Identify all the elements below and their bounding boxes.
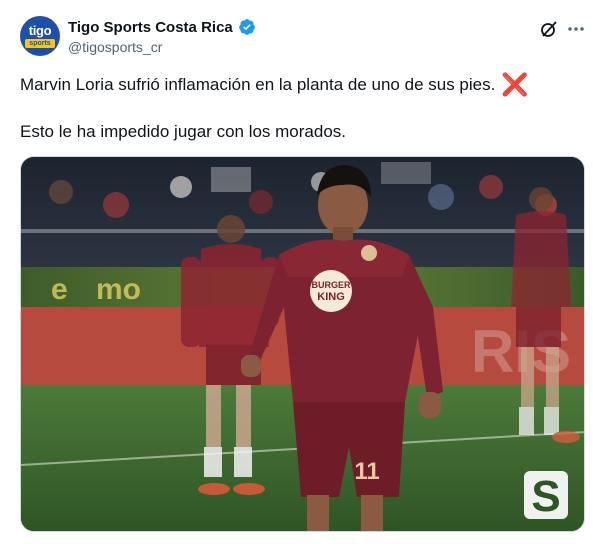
post-text-line1: Marvin Loria sufrió inflamación en la pl… [20,74,580,96]
post-text-line1-body: Marvin Loria sufrió inflamación en la pl… [20,75,496,94]
sponsor-text-line1: BURGER [311,280,351,290]
post-text-line2: Esto le ha impedido jugar con los morado… [20,122,347,141]
shirt-number: 11 [354,458,379,485]
soccer-player-photo: e mo RIS [21,157,584,531]
sponsor-text-line2: KING [317,291,345,303]
watermark-text: S [531,472,560,521]
ad-board-text: mo [96,273,141,306]
cross-mark-emoji-icon: ❌ [501,72,529,97]
verified-badge-icon [238,19,255,35]
more-options-icon[interactable] [566,19,586,39]
grok-icon[interactable] [539,19,559,39]
avatar-brand-bottom: sports [25,38,55,48]
svg-text:e: e [51,273,68,306]
saprissa-logo-icon: S [524,471,568,521]
avatar-brand-top: tigo [28,22,52,38]
avatar[interactable]: tigo sports [20,16,60,56]
display-name[interactable]: Tigo Sports Costa Rica [68,19,233,36]
post-media-image[interactable]: e mo RIS [20,156,585,532]
author-handle[interactable]: @tigosports_cr [68,39,162,55]
tweet-card: tigo sports Tigo Sports Costa Rica @tigo… [0,0,593,544]
author-name-row: Tigo Sports Costa Rica [68,18,256,36]
